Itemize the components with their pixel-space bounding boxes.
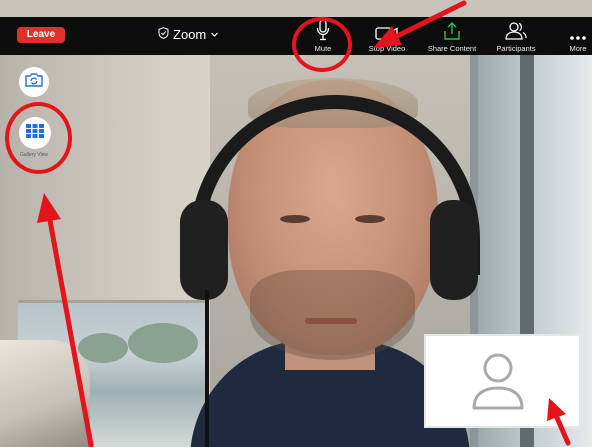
arrow-to-gallery-view	[37, 193, 94, 447]
arrow-to-self-view	[547, 398, 571, 446]
arrow-to-stop-video	[373, 0, 467, 48]
annotation-arrows	[37, 0, 571, 447]
